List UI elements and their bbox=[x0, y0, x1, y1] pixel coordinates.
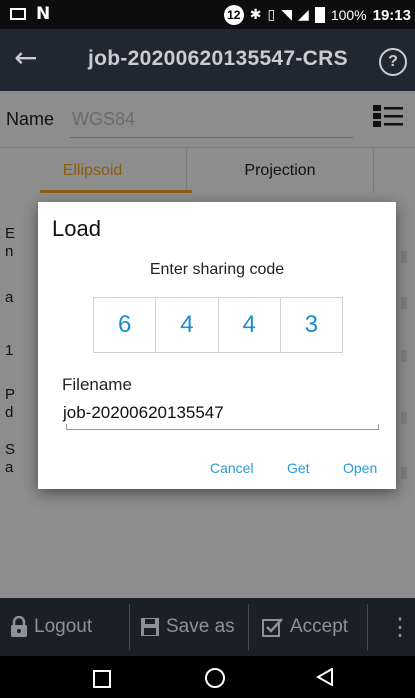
bg-text-fragment: P bbox=[5, 386, 16, 403]
name-row: Name WGS84 bbox=[0, 91, 415, 147]
code-digit[interactable]: 4 bbox=[219, 298, 281, 352]
signal-icon: ◢ bbox=[298, 7, 309, 23]
bg-text-fragment: 1 bbox=[5, 342, 14, 359]
sharing-code-prompt: Enter sharing code bbox=[149, 261, 285, 278]
clock: 19:13 bbox=[372, 6, 411, 24]
name-label: Name bbox=[6, 109, 55, 129]
save-icon bbox=[141, 618, 159, 636]
bg-control bbox=[401, 297, 407, 309]
n-notification-icon: N bbox=[36, 4, 51, 24]
divider bbox=[248, 604, 249, 650]
wifi-icon: ◥ bbox=[281, 7, 293, 23]
name-field-underline bbox=[70, 137, 353, 138]
filename-label: Filename bbox=[62, 375, 132, 394]
tab-overflow[interactable] bbox=[373, 148, 415, 193]
sharing-code-input[interactable]: 6 4 4 3 bbox=[93, 297, 343, 353]
save-as-button[interactable]: Save as bbox=[140, 598, 235, 656]
accept-label: Accept bbox=[290, 616, 349, 637]
recents-icon[interactable] bbox=[93, 670, 111, 688]
page-title: job-20200620135547-CRS bbox=[88, 47, 348, 70]
bg-text-fragment: S bbox=[5, 441, 16, 458]
tab-bar: Ellipsoid Projection bbox=[0, 147, 415, 194]
dialog-title: Load bbox=[52, 216, 101, 241]
accept-button[interactable]: Accept bbox=[262, 598, 348, 656]
battery-percent: 100% bbox=[330, 7, 367, 23]
load-dialog: Load Enter sharing code 6 4 4 3 Filename… bbox=[38, 202, 396, 489]
status-bar: N 12 ✱ ▯ ◥ ◢ 100% 19:13 bbox=[0, 0, 415, 29]
system-nav-bar bbox=[0, 656, 415, 698]
tab-ellipsoid[interactable]: Ellipsoid bbox=[0, 148, 185, 193]
code-digit[interactable]: 3 bbox=[281, 298, 342, 352]
bg-text-fragment: a bbox=[5, 289, 14, 306]
overflow-menu-icon[interactable]: ⋮ bbox=[388, 598, 412, 656]
bottom-action-bar: Logout Save as Accept ⋮ bbox=[0, 598, 415, 656]
vibrate-icon: ▯ bbox=[267, 7, 276, 23]
back-arrow-icon[interactable]: ← bbox=[14, 41, 37, 74]
cancel-button[interactable]: Cancel bbox=[210, 460, 254, 476]
filename-underline-tick bbox=[66, 424, 67, 429]
tab-projection[interactable]: Projection bbox=[186, 148, 373, 193]
image-notification-icon bbox=[10, 8, 26, 20]
back-triangle-icon[interactable] bbox=[316, 668, 334, 686]
bg-text-fragment: a bbox=[5, 459, 14, 476]
bg-control bbox=[401, 251, 407, 263]
notification-count-badge: 12 bbox=[223, 5, 244, 25]
bg-text-fragment: d bbox=[5, 404, 14, 421]
divider bbox=[129, 604, 130, 650]
app-bar: ← job-20200620135547-CRS ? bbox=[0, 29, 415, 91]
bg-control bbox=[401, 467, 407, 479]
home-icon[interactable] bbox=[205, 668, 225, 688]
help-icon[interactable]: ? bbox=[379, 48, 407, 76]
filename-underline-tick bbox=[378, 424, 379, 429]
bg-control bbox=[401, 412, 407, 424]
code-digit[interactable]: 6 bbox=[94, 298, 157, 352]
name-field[interactable]: WGS84 bbox=[72, 109, 135, 130]
filename-underline bbox=[66, 429, 379, 430]
logout-button[interactable]: Logout bbox=[10, 598, 92, 656]
list-menu-icon[interactable] bbox=[373, 104, 403, 128]
lock-icon bbox=[11, 616, 27, 637]
logout-label: Logout bbox=[34, 616, 93, 637]
bg-control bbox=[401, 350, 407, 362]
bluetooth-icon: ✱ bbox=[249, 7, 262, 23]
bg-text-fragment: n bbox=[5, 243, 14, 260]
code-digit[interactable]: 4 bbox=[156, 298, 219, 352]
divider bbox=[367, 604, 368, 650]
checkbox-check-icon bbox=[262, 618, 283, 637]
get-button[interactable]: Get bbox=[287, 460, 310, 476]
battery-icon bbox=[314, 7, 325, 23]
filename-input[interactable]: job-20200620135547 bbox=[63, 403, 224, 423]
save-as-label: Save as bbox=[166, 616, 235, 637]
bg-text-fragment: E bbox=[5, 225, 16, 242]
open-button[interactable]: Open bbox=[343, 460, 377, 476]
